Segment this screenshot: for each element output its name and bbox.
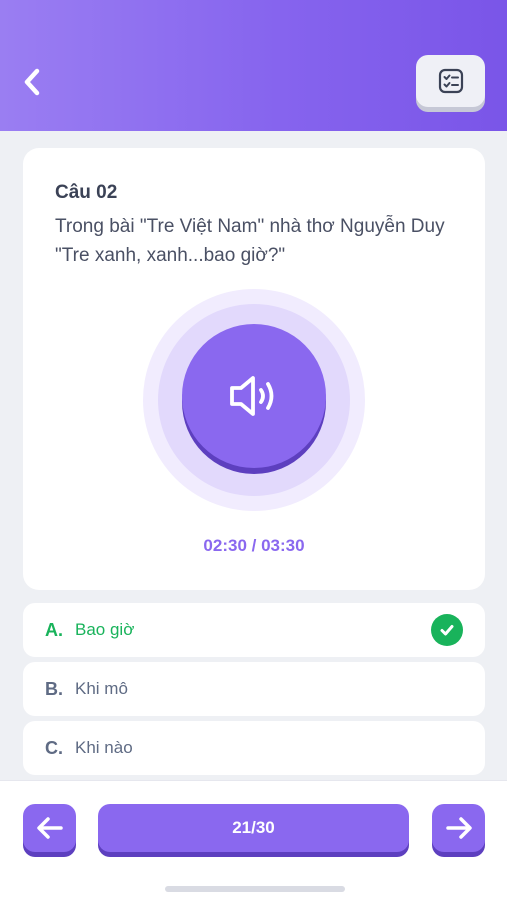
answer-letter: B.: [45, 678, 63, 699]
question-list-button[interactable]: [416, 55, 485, 107]
answer-text: Khi nào: [75, 738, 133, 757]
bottom-navigation: 21/30: [0, 780, 507, 900]
answer-letter: A.: [45, 619, 63, 640]
check-circle-icon: [431, 614, 463, 646]
answer-text: Bao giờ: [75, 620, 135, 639]
checklist-icon: [438, 68, 463, 94]
back-button[interactable]: [12, 62, 52, 102]
arrow-left-icon: [36, 817, 63, 839]
previous-button[interactable]: [23, 804, 76, 852]
home-indicator: [165, 886, 345, 892]
chevron-left-icon: [24, 68, 40, 96]
app-header: [0, 0, 507, 131]
question-text: Trong bài "Tre Việt Nam" nhà thơ Nguyễn …: [55, 216, 456, 266]
answer-letter: C.: [45, 737, 63, 758]
answer-option-a[interactable]: A. Bao giờ: [23, 603, 485, 657]
speaker-icon: [230, 376, 274, 416]
question-number: Câu 02: [55, 182, 118, 203]
question-progress: 21/30: [98, 804, 409, 852]
answer-option-b[interactable]: B. Khi mô: [23, 662, 485, 716]
audio-play-button[interactable]: [182, 324, 326, 468]
question-card: Câu 02 Trong bài "Tre Việt Nam" nhà thơ …: [23, 148, 485, 590]
audio-timer: 02:30 / 03:30: [203, 536, 305, 555]
answer-text: Khi mô: [75, 679, 128, 698]
answer-option-c[interactable]: C. Khi nào: [23, 721, 485, 775]
arrow-right-icon: [445, 817, 472, 839]
next-button[interactable]: [432, 804, 485, 852]
